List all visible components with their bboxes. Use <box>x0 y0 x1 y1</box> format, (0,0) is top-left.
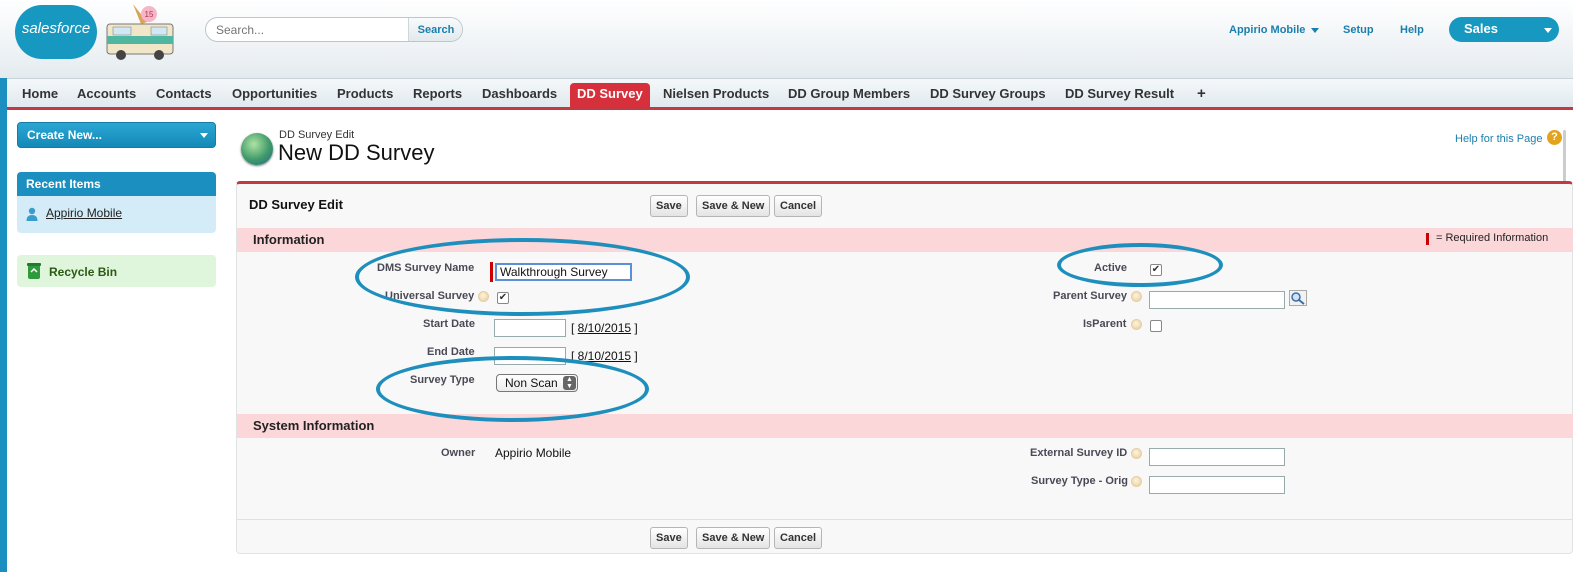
start-date-today-value[interactable]: 8/10/2015 <box>578 321 631 335</box>
survey-globe-icon <box>241 133 273 165</box>
chevron-down-icon <box>200 133 208 138</box>
help-for-this-page-link[interactable]: Help for this Page <box>1455 133 1542 145</box>
tab-dd-survey[interactable]: DD Survey <box>570 83 650 108</box>
tab-home[interactable]: Home <box>22 83 58 107</box>
start-date-input[interactable] <box>494 319 566 337</box>
tab-bar: Home Accounts Contacts Opportunities Pro… <box>7 78 1573 110</box>
cancel-button-bottom[interactable]: Cancel <box>774 527 823 549</box>
save-button-bottom[interactable]: Save <box>650 527 688 549</box>
survey-type-orig-label: Survey Type - Orig <box>1031 475 1128 487</box>
chevron-down-icon <box>1544 28 1552 33</box>
information-section-title: Information <box>253 232 325 247</box>
footer-divider <box>237 519 1573 520</box>
lookup-search-icon[interactable] <box>1289 290 1307 306</box>
salesforce-logo[interactable]: salesforce <box>15 5 97 59</box>
search-button[interactable]: Search <box>408 18 462 41</box>
recent-items-list: Appirio Mobile <box>17 196 216 233</box>
app-menu-label: Sales <box>1464 21 1498 36</box>
help-bubble-icon[interactable] <box>1131 319 1142 330</box>
recycle-bin-label: Recycle Bin <box>49 265 118 279</box>
owner-value: Appirio Mobile <box>495 446 572 460</box>
search-input[interactable] <box>206 18 408 41</box>
app-menu[interactable]: Sales <box>1449 17 1559 42</box>
ice-cream-truck-icon: 15 <box>106 4 174 60</box>
user-icon <box>26 207 38 221</box>
page-title: New DD Survey <box>278 140 435 165</box>
search-box: Search <box>205 17 463 42</box>
header: salesforce 15 Search Appirio Mobile Setu… <box>0 0 1573 78</box>
tab-products[interactable]: Products <box>337 83 393 107</box>
help-bubble-icon[interactable] <box>1131 448 1142 459</box>
required-marker <box>1426 233 1429 245</box>
external-survey-id-input[interactable] <box>1149 448 1285 466</box>
recent-item-link[interactable]: Appirio Mobile <box>46 206 122 220</box>
cancel-button[interactable]: Cancel <box>774 195 823 217</box>
save-button[interactable]: Save <box>650 195 688 217</box>
tab-reports[interactable]: Reports <box>413 83 462 107</box>
truck-badge: 15 <box>145 10 154 19</box>
tab-dd-survey-groups[interactable]: DD Survey Groups <box>930 83 1046 107</box>
logo-text: salesforce <box>21 20 91 37</box>
isparent-checkbox[interactable] <box>1150 320 1162 332</box>
tab-contacts[interactable]: Contacts <box>156 83 212 107</box>
owner-label: Owner <box>441 447 476 459</box>
help-bubble-icon[interactable] <box>1131 291 1142 302</box>
user-menu[interactable]: Appirio Mobile <box>1229 24 1320 36</box>
parent-survey-input[interactable] <box>1149 291 1285 309</box>
recycle-bin-icon <box>27 263 41 279</box>
required-information-legend: = Required Information <box>1436 232 1549 244</box>
create-new-button[interactable]: Create New... <box>17 122 216 148</box>
setup-link[interactable]: Setup <box>1343 24 1374 36</box>
save-and-new-button-bottom[interactable]: Save & New <box>696 527 771 549</box>
highlight-oval-active <box>1057 243 1223 287</box>
tab-opportunities[interactable]: Opportunities <box>232 83 317 107</box>
start-date-label: Start Date <box>423 318 475 330</box>
end-date-label: End Date <box>427 346 475 358</box>
parent-survey-label: Parent Survey <box>1053 290 1127 302</box>
highlight-oval-survey-type <box>376 356 649 422</box>
tab-dd-group-members[interactable]: DD Group Members <box>788 83 910 107</box>
save-and-new-button[interactable]: Save & New <box>696 195 771 217</box>
system-information-section-title: System Information <box>253 418 375 433</box>
system-information-section-header <box>237 414 1573 438</box>
help-link[interactable]: Help <box>1400 24 1424 36</box>
create-new-label: Create New... <box>27 128 102 142</box>
isparent-label: IsParent <box>1083 318 1127 330</box>
help-question-icon[interactable]: ? <box>1547 130 1562 145</box>
tab-dashboards[interactable]: Dashboards <box>482 83 557 107</box>
recycle-bin[interactable]: Recycle Bin <box>17 255 216 287</box>
tab-accounts[interactable]: Accounts <box>77 83 136 107</box>
survey-type-orig-input[interactable] <box>1149 476 1285 494</box>
highlight-oval-name <box>355 238 690 316</box>
panel-title: DD Survey Edit <box>249 197 343 212</box>
chevron-down-icon <box>1311 27 1320 33</box>
tab-nielsen-products[interactable]: Nielsen Products <box>663 83 769 107</box>
left-accent-strip <box>0 78 7 572</box>
add-tab-plus-icon[interactable]: + <box>1197 82 1206 106</box>
external-survey-id-label: External Survey ID <box>1030 447 1128 459</box>
help-bubble-icon[interactable] <box>1131 476 1142 487</box>
user-menu-label: Appirio Mobile <box>1229 24 1306 36</box>
recent-items-header: Recent Items <box>17 172 216 196</box>
tab-dd-survey-result[interactable]: DD Survey Result <box>1065 83 1174 107</box>
start-date-today-link[interactable]: [ 8/10/2015 ] <box>571 321 638 335</box>
